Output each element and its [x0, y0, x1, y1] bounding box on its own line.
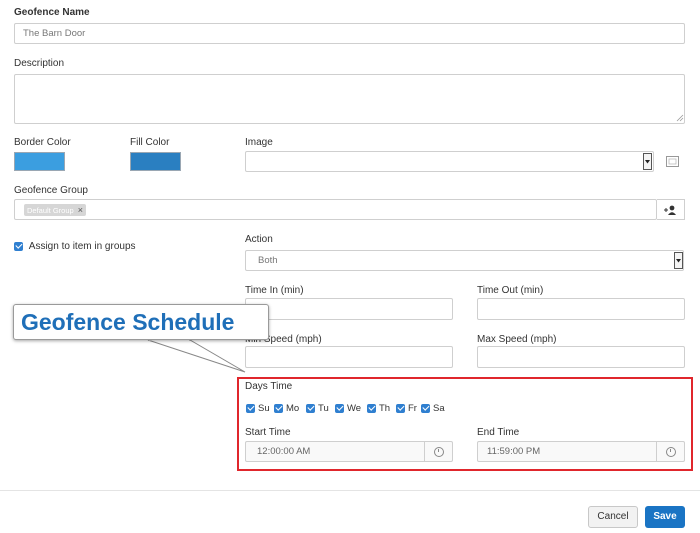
description-textarea[interactable]	[14, 74, 685, 124]
resize-handle-icon[interactable]	[676, 114, 684, 122]
day-label: Mo	[286, 403, 300, 414]
action-select[interactable]: Both	[245, 250, 684, 271]
day-checkbox-we[interactable]: We	[335, 403, 361, 414]
assign-to-groups-label: Assign to item in groups	[28, 241, 136, 252]
day-checkbox-su[interactable]: Su	[246, 403, 270, 414]
fill-color-label: Fill Color	[130, 137, 170, 148]
checkbox-icon[interactable]	[14, 241, 23, 251]
border-color-label: Border Color	[14, 137, 71, 148]
cancel-button[interactable]: Cancel	[588, 506, 638, 528]
end-time-label: End Time	[477, 427, 520, 438]
action-label: Action	[245, 234, 273, 245]
day-checkbox-tu[interactable]: Tu	[306, 403, 329, 414]
checkbox-icon[interactable]	[335, 403, 344, 413]
end-time-input[interactable]: 11:59:00 PM	[477, 441, 685, 462]
max-speed-input[interactable]	[477, 346, 685, 368]
clock-icon[interactable]	[424, 441, 453, 462]
time-out-input[interactable]	[477, 298, 685, 320]
action-select-value: Both	[258, 255, 278, 266]
footer-divider	[0, 490, 700, 491]
geofence-name-label: Geofence Name	[14, 7, 90, 18]
image-icon[interactable]	[660, 151, 684, 172]
callout-text: Geofence Schedule	[21, 309, 235, 335]
geofence-group-label: Geofence Group	[14, 185, 88, 196]
geofence-schedule-callout: Geofence Schedule	[13, 304, 269, 340]
days-time-label: Days Time	[245, 381, 293, 392]
image-select[interactable]	[245, 151, 654, 172]
image-label: Image	[245, 137, 273, 148]
checkbox-icon[interactable]	[421, 403, 430, 413]
checkbox-icon[interactable]	[396, 403, 405, 413]
day-checkbox-th[interactable]: Th	[367, 403, 390, 414]
chevron-down-icon[interactable]	[643, 153, 652, 170]
add-user-icon[interactable]	[657, 199, 685, 220]
fill-color-swatch[interactable]	[130, 152, 181, 171]
checkbox-icon[interactable]	[306, 403, 315, 413]
time-in-input[interactable]	[245, 298, 453, 320]
geofence-name-input[interactable]: The Barn Door	[14, 23, 685, 44]
save-button[interactable]: Save	[645, 506, 685, 528]
clock-icon[interactable]	[656, 441, 685, 462]
assign-to-groups-checkbox[interactable]: Assign to item in groups	[14, 241, 136, 252]
checkbox-icon[interactable]	[246, 403, 255, 413]
day-label: Tu	[318, 403, 329, 414]
day-label: Fr	[408, 403, 417, 414]
day-checkbox-fr[interactable]: Fr	[396, 403, 417, 414]
start-time-input[interactable]: 12:00:00 AM	[245, 441, 453, 462]
group-tag-label: Default Group	[27, 206, 74, 215]
max-speed-label: Max Speed (mph)	[477, 334, 557, 345]
day-checkbox-mo[interactable]: Mo	[274, 403, 299, 414]
min-speed-input[interactable]	[245, 346, 453, 368]
checkbox-icon[interactable]	[367, 403, 376, 413]
description-label: Description	[14, 58, 65, 69]
time-in-label: Time In (min)	[245, 285, 304, 296]
day-checkbox-sa[interactable]: Sa	[421, 403, 445, 414]
day-label: Th	[379, 403, 391, 414]
day-label: We	[347, 403, 362, 414]
chevron-down-icon[interactable]	[674, 252, 683, 269]
start-time-label: Start Time	[245, 427, 291, 438]
border-color-swatch[interactable]	[14, 152, 65, 171]
start-time-value: 12:00:00 AM	[257, 446, 311, 457]
day-label: Sa	[433, 403, 445, 414]
close-icon[interactable]: ×	[78, 205, 83, 215]
end-time-value: 11:59:00 PM	[487, 446, 541, 457]
geofence-group-input[interactable]: Default Group ×	[14, 199, 657, 220]
checkbox-icon[interactable]	[274, 403, 283, 413]
group-tag: Default Group ×	[24, 204, 87, 216]
day-label: Su	[258, 403, 270, 414]
time-out-label: Time Out (min)	[477, 285, 544, 296]
